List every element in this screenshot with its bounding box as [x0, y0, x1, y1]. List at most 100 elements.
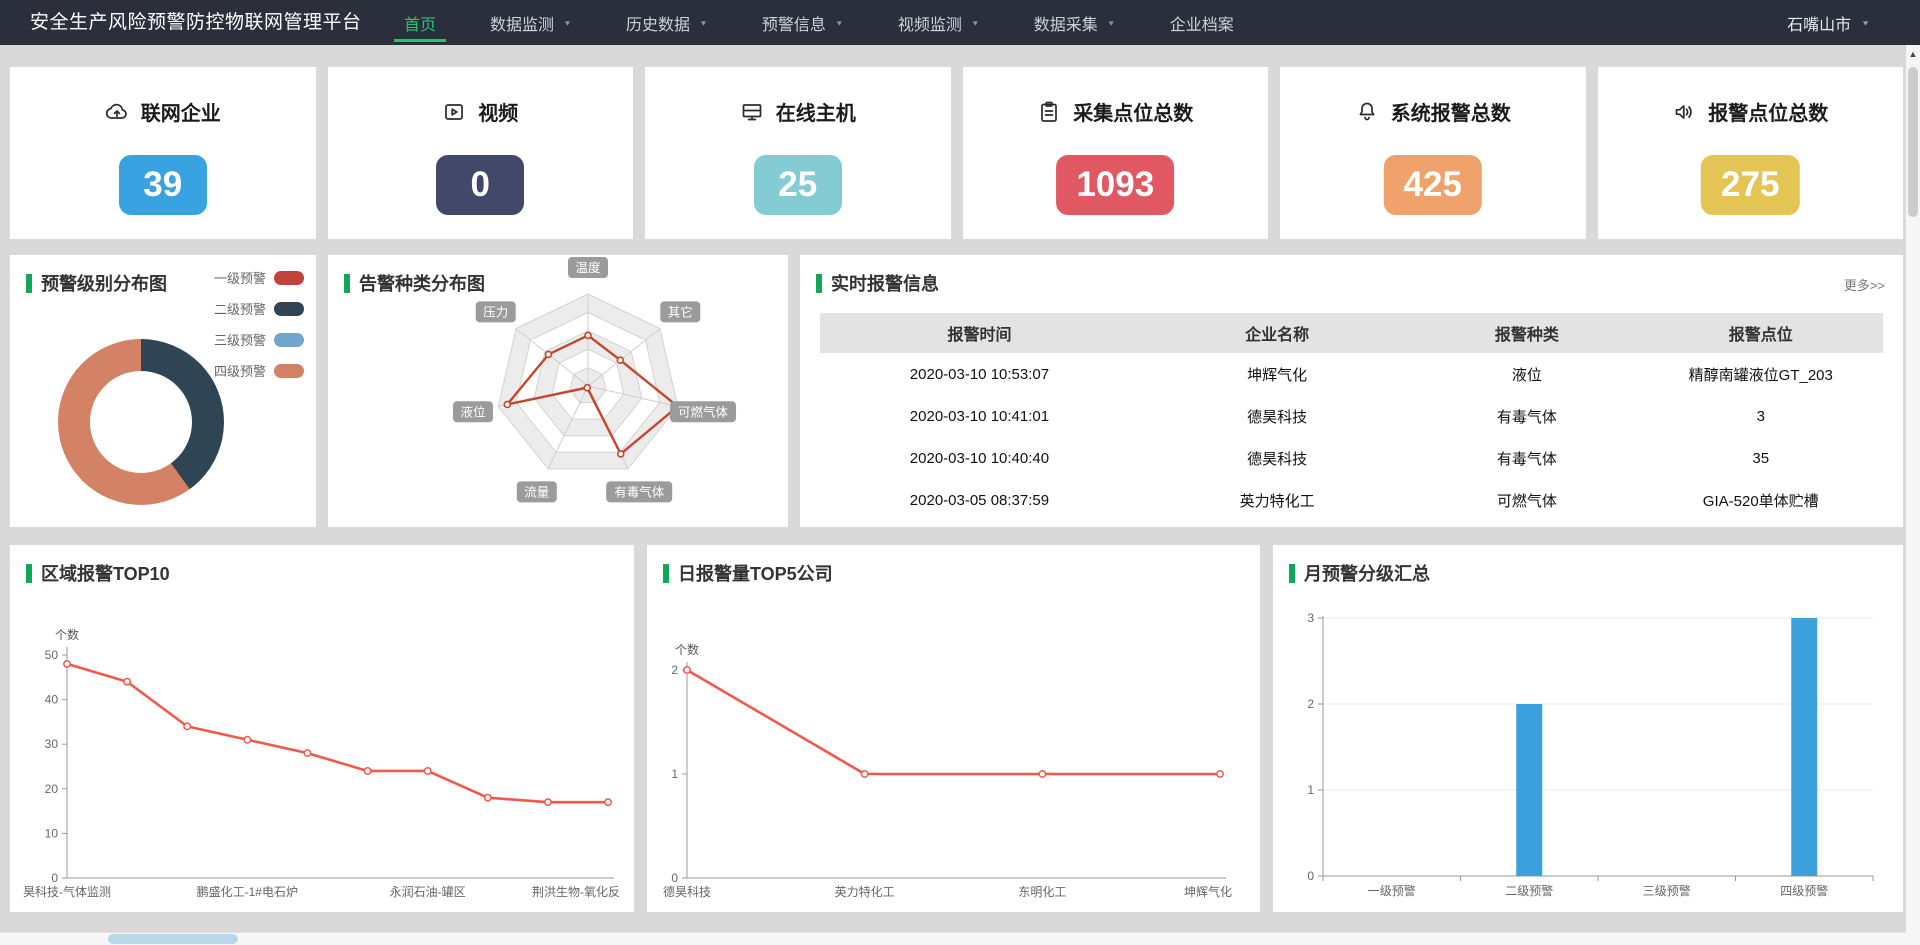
- horizontal-scroll-thumb[interactable]: [108, 934, 238, 944]
- stat-card-在线主机: 在线主机25: [645, 67, 951, 239]
- nav-item-企业档案[interactable]: 企业档案: [1166, 0, 1238, 45]
- legend-item-三级预警[interactable]: 三级预警: [214, 330, 304, 349]
- stat-card-head: 采集点位总数: [963, 97, 1269, 126]
- y-tick-label: 3: [1307, 611, 1314, 625]
- region-label: 石嘴山市: [1787, 11, 1851, 35]
- panel-title-daily-top5: 日报警量TOP5公司: [663, 560, 833, 586]
- legend-item-一级预警[interactable]: 一级预警: [214, 268, 304, 287]
- stat-card-label: 采集点位总数: [1073, 97, 1193, 126]
- video-icon: [442, 100, 466, 124]
- radar-data-point: [545, 351, 551, 357]
- data-point: [424, 768, 430, 774]
- legend-swatch: [274, 333, 304, 347]
- panel-title-text: 月预警分级汇总: [1304, 560, 1430, 586]
- data-point: [605, 799, 611, 805]
- warning-level-donut-chart[interactable]: [58, 339, 224, 505]
- y-tick-label: 0: [51, 871, 58, 885]
- stat-card-head: 报警点位总数: [1598, 97, 1904, 126]
- y-tick-label: 2: [1307, 697, 1314, 711]
- data-point: [64, 661, 70, 667]
- vertical-scroll-thumb[interactable]: [1908, 67, 1918, 217]
- table-row[interactable]: 2020-03-10 10:41:01德昊科技有毒气体3: [820, 395, 1883, 437]
- clipboard-icon: [1037, 100, 1061, 124]
- panel-title-region-top10: 区域报警TOP10: [26, 560, 170, 586]
- table-row[interactable]: 2020-03-10 10:40:40德昊科技有毒气体35: [820, 437, 1883, 479]
- nav-item-历史数据[interactable]: 历史数据▼: [622, 0, 712, 45]
- legend-label: 一级预警: [214, 268, 266, 287]
- table-cell: 可燃气体: [1415, 479, 1638, 521]
- radar-axis-label: 压力: [483, 305, 508, 319]
- stat-card-value: 425: [1384, 155, 1482, 215]
- table-cell: 坤辉气化: [1139, 353, 1415, 395]
- nav-item-label: 历史数据: [626, 11, 690, 35]
- legend-item-四级预警[interactable]: 四级预警: [214, 361, 304, 380]
- x-tick-label: 永润石油-罐区: [390, 885, 466, 899]
- title-marker: [26, 564, 32, 583]
- title-marker: [816, 274, 822, 293]
- table-cell: 2020-03-10 10:41:01: [820, 395, 1139, 437]
- nav-item-视频监测[interactable]: 视频监测 ▼: [894, 0, 984, 45]
- stat-card-value: 1093: [1056, 155, 1174, 215]
- stat-card-head: 联网企业: [10, 97, 316, 126]
- top-nav: 安全生产风险预警防控物联网管理平台 首页数据监测▼历史数据▼预警信息▼视频监测▼…: [0, 0, 1920, 45]
- radar-axis-label: 可燃气体: [678, 404, 729, 419]
- vertical-scrollbar[interactable]: ▲: [1906, 45, 1920, 945]
- chevron-down-icon: ▼: [971, 19, 980, 27]
- data-point: [1217, 771, 1223, 777]
- table-row[interactable]: 2020-03-10 10:53:07坤辉气化液位精醇南罐液位GT_203: [820, 353, 1883, 395]
- horizontal-scrollbar[interactable]: [0, 932, 1906, 945]
- nav-menu: 首页 数据监测▼ 历史数据▼ 预警信息▼ 视频监测 ▼ 数据采集▼ 企业档案: [400, 0, 1238, 45]
- region-top10-line-chart: 个数01020304050昊科技-气体监测鹏盛化工-1#电石炉永润石油-罐区荆洪…: [10, 603, 634, 909]
- data-point: [184, 723, 190, 729]
- radar-data-point: [504, 401, 510, 407]
- stat-card-head: 系统报警总数: [1280, 97, 1586, 126]
- data-point: [1039, 771, 1045, 777]
- x-tick-label: 鹏盛化工-1#电石炉: [197, 884, 298, 899]
- legend-item-二级预警[interactable]: 二级预警: [214, 299, 304, 318]
- table-cell: 精醇南罐液位GT_203: [1638, 353, 1883, 395]
- radar-axis-label: 其它: [668, 304, 693, 319]
- legend-swatch: [274, 364, 304, 378]
- alarm-column-header: 报警点位: [1638, 313, 1883, 353]
- legend-label: 二级预警: [214, 299, 266, 318]
- table-cell: 德昊科技: [1139, 395, 1415, 437]
- nav-item-label: 首页: [404, 11, 436, 35]
- nav-item-label: 视频监测: [898, 11, 962, 35]
- nav-item-首页[interactable]: 首页: [400, 0, 440, 45]
- stat-card-value: 0: [436, 155, 524, 215]
- speaker-icon: [1672, 100, 1696, 124]
- stat-card-视频: 视频0: [328, 67, 634, 239]
- table-cell: 2020-03-10 10:53:07: [820, 353, 1139, 395]
- table-cell: 有毒气体: [1415, 395, 1638, 437]
- scroll-up-arrow-icon[interactable]: ▲: [1906, 49, 1920, 59]
- alarm-column-header: 报警时间: [820, 313, 1139, 353]
- alarm-column-header: 报警种类: [1415, 313, 1638, 353]
- line-series: [687, 670, 1220, 774]
- region-selector[interactable]: 石嘴山市 ▼: [1787, 0, 1870, 45]
- monitor-icon: [740, 100, 764, 124]
- bar-四级预警: [1791, 618, 1817, 876]
- nav-item-label: 数据采集: [1034, 11, 1098, 35]
- y-tick-label: 0: [671, 871, 678, 885]
- cloud-upload-icon: [105, 100, 129, 124]
- data-point: [684, 667, 690, 673]
- table-row[interactable]: 2020-03-05 08:37:59英力特化工可燃气体GIA-520单体贮槽: [820, 479, 1883, 521]
- y-tick-label: 10: [45, 826, 59, 840]
- stat-card-label: 在线主机: [776, 97, 856, 126]
- row-2: 预警级别分布图 一级预警二级预警三级预警四级预警 告警种类分布图 温度其它可燃气…: [10, 255, 1903, 527]
- x-tick-label: 坤辉气化: [1184, 884, 1232, 899]
- x-tick-label: 德昊科技: [663, 884, 711, 899]
- nav-item-预警信息[interactable]: 预警信息▼: [758, 0, 848, 45]
- legend-swatch: [274, 271, 304, 285]
- radar-data-point: [584, 385, 590, 391]
- nav-item-数据监测[interactable]: 数据监测▼: [486, 0, 576, 45]
- monthly-warning-panel: 月预警分级汇总 0123一级预警二级预警三级预警四级预警: [1273, 545, 1903, 912]
- more-link[interactable]: 更多>>: [1844, 275, 1885, 294]
- panel-title-warning-level: 预警级别分布图: [26, 270, 167, 296]
- x-tick-label: 昊科技-气体监测: [23, 884, 111, 899]
- nav-item-数据采集[interactable]: 数据采集▼: [1030, 0, 1120, 45]
- y-tick-label: 0: [1307, 869, 1314, 883]
- table-cell: 英力特化工: [1139, 479, 1415, 521]
- stat-card-采集点位总数: 采集点位总数 1093: [963, 67, 1269, 239]
- y-tick-label: 2: [671, 663, 678, 677]
